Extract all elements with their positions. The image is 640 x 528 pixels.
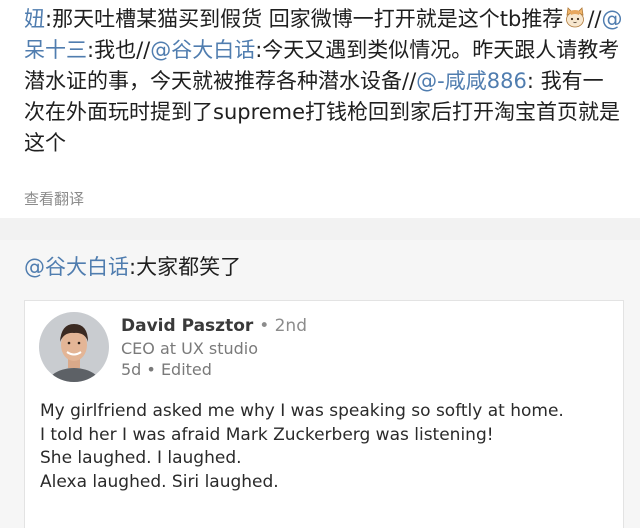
- cat-face-icon: [566, 7, 585, 28]
- card-post-line: She laughed. I laughed.: [40, 448, 242, 468]
- mention-link[interactable]: @-咸咸886: [416, 69, 527, 93]
- author-link[interactable]: 妞: [24, 7, 45, 31]
- repost-text: @谷大白话:大家都笑了: [24, 252, 241, 282]
- divider: [0, 218, 640, 240]
- embedded-post-image[interactable]: David Pasztor • 2nd CEO at UX studio 5d …: [24, 300, 624, 528]
- weibo-post: 妞:那天吐槽某猫买到假货 回家微博一打开就是这个tb推荐 //@呆十三:我也//…: [0, 0, 640, 218]
- repost-text-segment: :大家都笑了: [129, 255, 242, 279]
- weibo-screenshot: 妞:那天吐槽某猫买到假货 回家微博一打开就是这个tb推荐 //@呆十三:我也//…: [0, 0, 640, 528]
- post-text-segment: :那天吐槽某猫买到假货 回家微博一打开就是这个tb推荐: [45, 7, 564, 31]
- mention-link[interactable]: @谷大白话: [150, 38, 255, 62]
- connection-degree: • 2nd: [259, 316, 307, 336]
- author-title: CEO at UX studio: [121, 339, 259, 358]
- card-post-line: I told her I was afraid Mark Zuckerberg …: [40, 424, 494, 445]
- translate-link[interactable]: 查看翻译: [24, 188, 84, 209]
- repost-separator: //: [587, 7, 602, 31]
- post-timestamp: 5d • Edited: [121, 360, 212, 379]
- card-post-line: My girlfriend asked me why I was speakin…: [40, 401, 564, 421]
- avatar: [39, 312, 109, 382]
- author-name[interactable]: David Pasztor • 2nd: [121, 316, 307, 336]
- card-post-line: Alexa laughed. Siri laughed.: [40, 471, 279, 492]
- post-text-segment: :我也//: [87, 38, 151, 62]
- avatar-photo: [39, 312, 109, 382]
- author-name-text: David Pasztor: [121, 316, 254, 336]
- mention-link[interactable]: @谷大白话: [24, 255, 129, 279]
- reposted-content: @谷大白话:大家都笑了 David Pasztor • 2nd CEO at U…: [0, 240, 640, 528]
- card-post-body: My girlfriend asked me why I was speakin…: [40, 400, 610, 494]
- post-text: 妞:那天吐槽某猫买到假货 回家微博一打开就是这个tb推荐 //@呆十三:我也//…: [24, 4, 624, 159]
